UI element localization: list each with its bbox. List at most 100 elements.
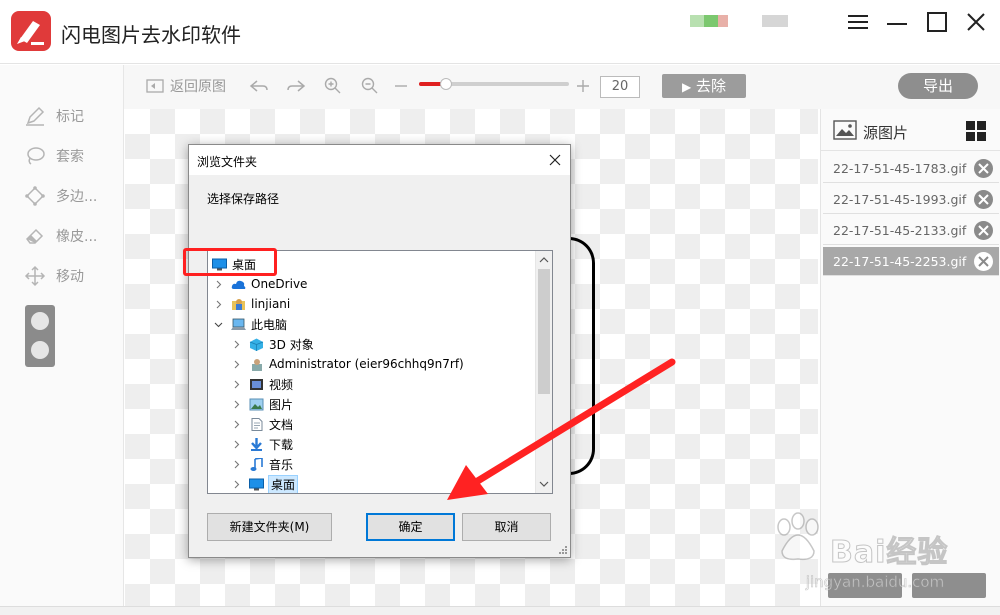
remove-file-button[interactable] bbox=[974, 190, 993, 209]
chevron-right-icon[interactable] bbox=[232, 400, 241, 409]
avatar[interactable] bbox=[690, 15, 738, 27]
dialog-close-icon[interactable] bbox=[548, 153, 562, 167]
folder-tree-label: 3D 对象 bbox=[269, 337, 314, 352]
source-file-item[interactable]: 22-17-51-45-1783.gif bbox=[823, 154, 999, 183]
folder-tree-label: 视频 bbox=[269, 377, 294, 392]
undo-icon bbox=[249, 80, 268, 92]
resize-grip-icon[interactable] bbox=[558, 545, 568, 555]
cloud-icon bbox=[231, 280, 246, 289]
source-file-name: 22-17-51-45-2133.gif bbox=[833, 223, 967, 238]
folder-tree-item[interactable]: OneDrive bbox=[214, 274, 307, 294]
chevron-right-icon[interactable] bbox=[232, 360, 241, 369]
ok-button[interactable]: 确定 bbox=[366, 513, 455, 541]
tool-move-label: 移动 bbox=[56, 269, 84, 285]
dialog-prompt: 选择保存路径 bbox=[207, 192, 280, 206]
folder-tree-item[interactable]: Administrator (eier96chhq9n7rf) bbox=[232, 354, 464, 374]
chevron-right-icon[interactable] bbox=[232, 420, 241, 429]
tool-move[interactable]: 移动 bbox=[24, 265, 84, 287]
folder-tree-item[interactable]: 此电脑 bbox=[214, 314, 287, 334]
source-file-item[interactable]: 22-17-51-45-1993.gif bbox=[823, 185, 999, 214]
scroll-down-icon[interactable] bbox=[539, 479, 549, 489]
paw-icon bbox=[777, 512, 819, 561]
brush-size-handle-top[interactable] bbox=[31, 312, 49, 330]
folder-tree-item[interactable]: 桌面 bbox=[232, 474, 299, 493]
chevron-right-icon[interactable] bbox=[214, 280, 223, 289]
move-icon bbox=[24, 265, 46, 287]
user-icon bbox=[252, 358, 262, 371]
chevron-down-icon[interactable] bbox=[214, 320, 223, 329]
chevron-right-icon[interactable] bbox=[232, 380, 241, 389]
username-blur bbox=[762, 15, 788, 27]
minimize-button[interactable] bbox=[879, 8, 915, 36]
undo-button[interactable] bbox=[249, 75, 269, 97]
folder-tree-scrollbar[interactable] bbox=[535, 251, 552, 493]
remove-file-button[interactable] bbox=[974, 221, 993, 240]
minimize-icon bbox=[887, 23, 907, 25]
zoom-in-button[interactable] bbox=[324, 75, 342, 97]
grid-view-icon[interactable] bbox=[966, 121, 986, 141]
remove-file-button[interactable] bbox=[974, 252, 993, 271]
zoom-in-icon bbox=[324, 77, 341, 94]
folder-tree-label: 音乐 bbox=[269, 457, 294, 472]
close-icon bbox=[978, 194, 989, 205]
zoom-out-button[interactable] bbox=[361, 75, 379, 97]
pen-icon bbox=[26, 106, 45, 126]
zoom-out-icon bbox=[361, 77, 378, 94]
folder-tree-item[interactable]: 视频 bbox=[232, 374, 293, 394]
source-file-item[interactable]: 22-17-51-45-2253.gif bbox=[823, 247, 999, 276]
tool-lasso[interactable]: 套索 bbox=[24, 145, 84, 167]
brush-size-slider[interactable] bbox=[25, 305, 55, 367]
app-logo-icon bbox=[11, 11, 51, 51]
tool-polygon-label: 多边... bbox=[56, 189, 98, 205]
maximize-button[interactable] bbox=[919, 8, 955, 36]
new-folder-button[interactable]: 新建文件夹(M) bbox=[207, 513, 332, 541]
chevron-right-icon[interactable] bbox=[214, 300, 223, 309]
tool-mark[interactable]: 标记 bbox=[24, 105, 84, 127]
zoom-slider[interactable] bbox=[419, 78, 569, 90]
folder-tree-item[interactable]: 文档 bbox=[232, 414, 293, 434]
close-button[interactable] bbox=[958, 8, 994, 36]
brush-size-handle-bottom[interactable] bbox=[31, 341, 49, 359]
tool-eraser[interactable]: 橡皮... bbox=[24, 225, 97, 247]
user-folder-icon bbox=[232, 298, 245, 310]
video-icon bbox=[250, 378, 263, 390]
status-bar bbox=[0, 606, 1000, 615]
zoom-slider-handle[interactable] bbox=[440, 78, 452, 90]
watermark-text: Bai经验 bbox=[829, 535, 949, 571]
folder-tree-label: 下载 bbox=[269, 437, 294, 452]
dialog-title: 浏览文件夹 bbox=[197, 155, 258, 169]
folder-tree[interactable]: 桌面 OneDrive linjiani 此电脑 3D 对象 Administrator … bbox=[207, 250, 553, 494]
redo-button[interactable] bbox=[286, 75, 306, 97]
restore-original-button[interactable]: 返回原图 bbox=[146, 75, 226, 97]
remove-watermark-button[interactable]: ▶ 去除 bbox=[662, 74, 746, 98]
zoom-value-input[interactable]: 20 bbox=[600, 76, 640, 98]
export-button[interactable]: 导出 bbox=[898, 73, 978, 99]
remove-file-button[interactable] bbox=[974, 159, 993, 178]
source-file-name: 22-17-51-45-2253.gif bbox=[833, 254, 967, 269]
zoom-increase-button[interactable] bbox=[576, 75, 590, 97]
folder-tree-scroll-thumb[interactable] bbox=[538, 269, 550, 394]
tool-lasso-label: 套索 bbox=[56, 149, 84, 165]
folder-tree-item[interactable]: 下载 bbox=[232, 434, 293, 454]
folder-tree-label: linjiani bbox=[251, 297, 291, 311]
chevron-right-icon[interactable] bbox=[232, 480, 241, 489]
watermark-url: jingyan.baidu.com bbox=[805, 573, 945, 592]
source-file-item[interactable]: 22-17-51-45-2133.gif bbox=[823, 216, 999, 245]
chevron-right-icon[interactable] bbox=[232, 460, 241, 469]
redo-icon bbox=[287, 80, 306, 92]
cancel-button[interactable]: 取消 bbox=[462, 513, 551, 541]
folder-tree-item[interactable]: 图片 bbox=[232, 394, 293, 414]
folder-tree-item[interactable]: 音乐 bbox=[232, 454, 293, 474]
chevron-right-icon[interactable] bbox=[232, 340, 241, 349]
image-icon bbox=[833, 120, 857, 140]
chevron-right-icon[interactable] bbox=[232, 440, 241, 449]
tool-polygon[interactable]: 多边... bbox=[24, 185, 97, 207]
zoom-decrease-button[interactable] bbox=[394, 75, 408, 97]
source-file-name: 22-17-51-45-1783.gif bbox=[833, 161, 967, 176]
remove-label: 去除 bbox=[696, 77, 727, 95]
scroll-up-icon[interactable] bbox=[539, 255, 549, 265]
folder-tree-label: Administrator (eier96chhq9n7rf) bbox=[269, 357, 464, 371]
folder-tree-item[interactable]: 3D 对象 bbox=[232, 334, 314, 354]
folder-tree-item[interactable]: linjiani bbox=[214, 294, 290, 314]
menu-button[interactable] bbox=[840, 8, 876, 36]
